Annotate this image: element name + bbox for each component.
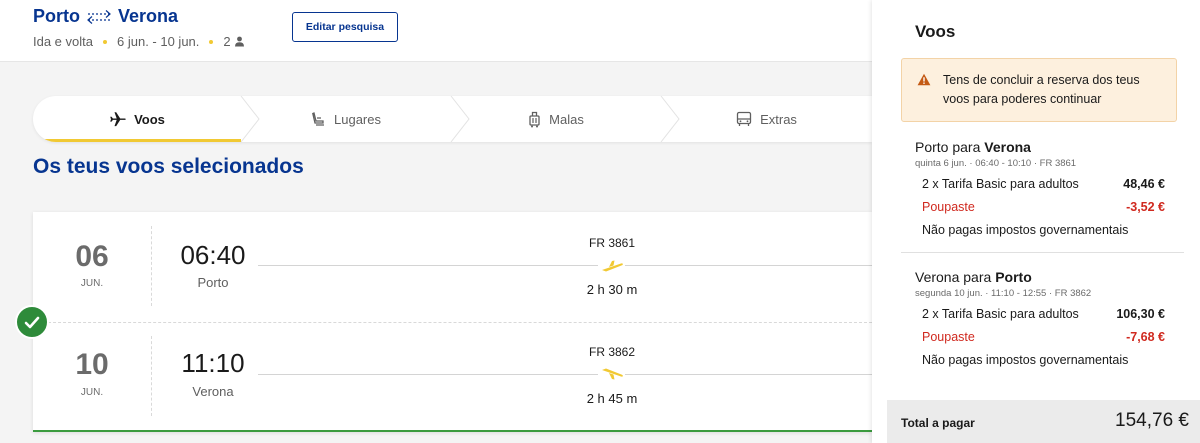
tax-note: Não pagas impostos governamentais	[922, 353, 1129, 367]
saving-label: Poupaste	[922, 200, 975, 214]
segment-connector: para	[952, 139, 981, 155]
segment-connector: para	[963, 269, 992, 285]
trip-meta: Ida e volta 6 jun. - 10 jun. 2	[33, 34, 245, 49]
destination-city: Verona	[118, 6, 179, 26]
departure-city: Porto	[197, 275, 229, 290]
step-divider	[660, 96, 680, 142]
leg-separator	[33, 322, 872, 323]
departure-time: 06:40	[180, 240, 246, 270]
divider	[151, 336, 152, 416]
separator-dot	[209, 39, 214, 44]
tab-flights[interactable]: Voos	[33, 96, 241, 142]
seat-icon	[311, 111, 326, 127]
takeoff-plane-icon	[602, 260, 623, 272]
divider	[151, 226, 152, 306]
total-value: 154,76 €	[1115, 410, 1189, 431]
route-line	[625, 265, 872, 266]
booking-steps: Voos Lugares Malas Extras	[33, 96, 872, 142]
trip-header: Porto Verona Ida e volta 6 jun. - 10 jun…	[0, 0, 872, 62]
tab-extras[interactable]: Extras	[661, 96, 872, 142]
saving-amount: -7,68 €	[1126, 330, 1165, 344]
tab-bags-label: Malas	[549, 111, 584, 127]
route-line	[625, 374, 872, 375]
tab-bags[interactable]: Malas	[451, 96, 661, 142]
landing-plane-icon	[602, 368, 623, 380]
flight-number: FR 3861	[588, 236, 636, 250]
fare-row: 2 x Tarifa Basic para adultos 48,46 €	[922, 177, 1165, 191]
bus-icon	[736, 111, 752, 127]
round-trip-icon	[87, 9, 111, 24]
step-divider	[240, 96, 260, 142]
saving-label: Poupaste	[922, 330, 975, 344]
tab-seats-label: Lugares	[334, 111, 381, 127]
page-title: Os teus voos selecionados	[33, 155, 304, 178]
route-line	[258, 374, 598, 375]
saving-amount: -3,52 €	[1126, 200, 1165, 214]
flight-month: JUN.	[80, 278, 104, 289]
passenger-count: 2	[223, 34, 231, 49]
departure-city: Verona	[192, 384, 234, 399]
trip-type: Ida e volta	[33, 34, 93, 49]
flight-duration: 2 h 45 m	[586, 391, 638, 406]
saving-row: Poupaste -7,68 €	[922, 330, 1165, 344]
segment-details: quinta 6 jun. · 06:40 - 10:10 · FR 3861	[915, 158, 1077, 169]
segment-heading: Porto para Verona	[915, 139, 1031, 155]
flight-leg-return[interactable]: 10 JUN. 11:10 Verona FR 3862 2 h 45 m	[33, 324, 872, 424]
fare-row: 2 x Tarifa Basic para adultos 106,30 €	[922, 307, 1165, 321]
fare-amount: 106,30 €	[1116, 307, 1165, 321]
person-icon	[234, 36, 244, 47]
active-step-indicator	[33, 139, 241, 142]
luggage-icon	[528, 111, 541, 128]
divider	[901, 252, 1184, 253]
summary-title: Voos	[915, 22, 956, 41]
fare-amount: 48,46 €	[1123, 177, 1165, 191]
trip-dates: 6 jun. - 10 jun.	[117, 34, 200, 49]
segment-to: Porto	[995, 269, 1032, 285]
departure-time: 11:10	[181, 348, 245, 378]
segment-from: Porto	[915, 139, 949, 155]
tab-seats[interactable]: Lugares	[241, 96, 451, 142]
flight-month: JUN.	[80, 387, 104, 398]
fare-label: 2 x Tarifa Basic para adultos	[922, 307, 1079, 321]
flight-day: 10	[75, 348, 109, 381]
total-label: Total a pagar	[901, 416, 975, 430]
segment-from: Verona	[915, 269, 960, 285]
booking-summary-panel: Voos Tens de concluir a reserva dos teus…	[872, 0, 1200, 443]
tax-note: Não pagas impostos governamentais	[922, 223, 1129, 237]
separator-dot	[103, 39, 107, 44]
segment-heading: Verona para Porto	[915, 269, 1032, 285]
selected-flights-card: 06 JUN. 06:40 Porto FR 3861 2 h 30 m 10 …	[33, 212, 872, 432]
segment-details: segunda 10 jun. · 11:10 - 12:55 · FR 386…	[915, 288, 1092, 299]
edit-search-button[interactable]: Editar pesquisa	[292, 12, 398, 42]
tab-extras-label: Extras	[760, 111, 797, 127]
warning-banner: Tens de concluir a reserva dos teus voos…	[901, 58, 1177, 122]
origin-city: Porto	[33, 6, 80, 26]
check-icon	[15, 305, 49, 339]
flight-day: 06	[75, 240, 109, 273]
tab-flights-label: Voos	[134, 111, 165, 127]
plane-icon	[109, 111, 126, 127]
warning-icon	[917, 73, 931, 86]
saving-row: Poupaste -3,52 €	[922, 200, 1165, 214]
warning-text: Tens de concluir a reserva dos teus voos…	[943, 73, 1140, 106]
fare-label: 2 x Tarifa Basic para adultos	[922, 177, 1079, 191]
flight-number: FR 3862	[588, 345, 636, 359]
total-bar: Total a pagar 154,76 €	[887, 400, 1200, 443]
flight-leg-outbound[interactable]: 06 JUN. 06:40 Porto FR 3861 2 h 30 m	[33, 212, 872, 312]
step-divider	[450, 96, 470, 142]
flight-duration: 2 h 30 m	[586, 282, 638, 297]
segment-to: Verona	[984, 139, 1031, 155]
route-line	[258, 265, 598, 266]
route-title: Porto Verona	[33, 6, 178, 27]
